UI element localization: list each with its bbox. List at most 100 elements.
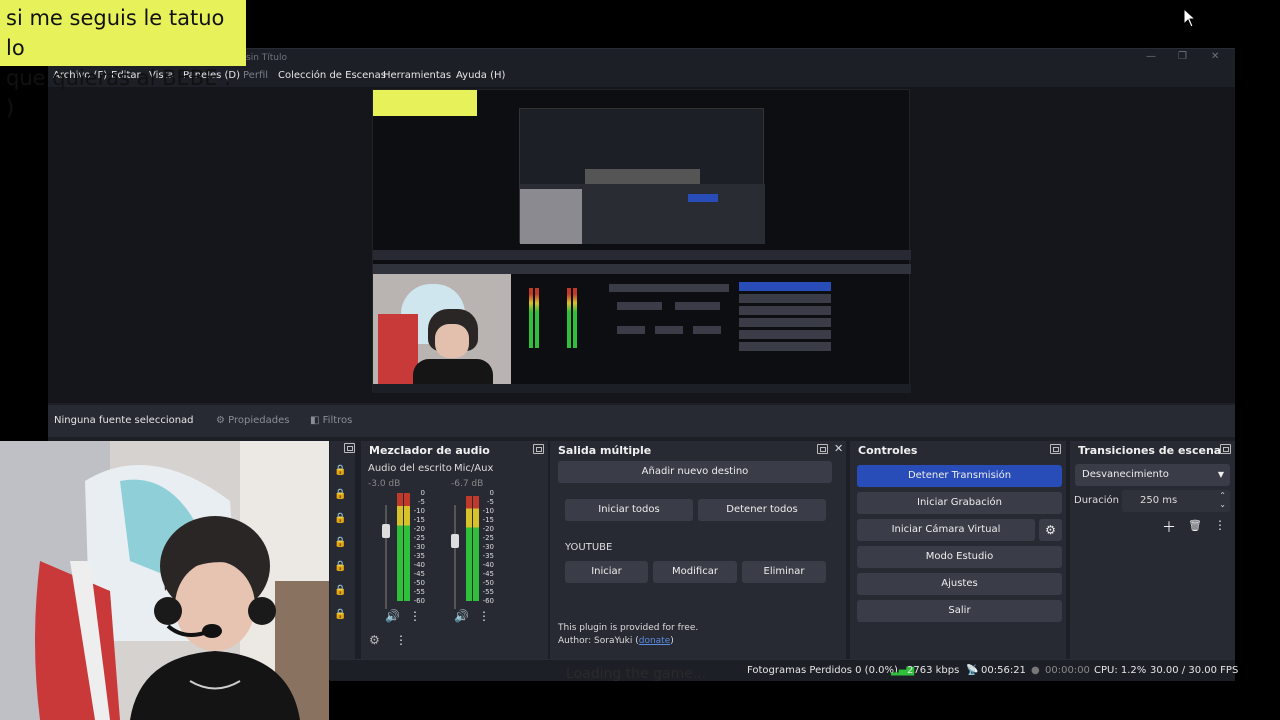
close-window-button[interactable]: ✕	[1211, 51, 1219, 62]
meter-tick-label: 0	[420, 489, 425, 497]
meter-tick-label: -60	[482, 597, 494, 605]
undock-icon[interactable]	[817, 444, 828, 454]
audio-mixer-title: Mezclador de audio	[369, 444, 490, 457]
virtual-camera-button[interactable]: Iniciar Cámara Virtual	[857, 519, 1035, 541]
menu-ayuda[interactable]: Ayuda (H)	[456, 70, 505, 81]
chevron-down-icon: ▼	[1217, 470, 1224, 479]
meter-tick-label: -5	[418, 498, 425, 506]
stream-icon: 📡	[966, 665, 979, 676]
nested-multi-output	[607, 280, 732, 370]
nested-meters	[519, 278, 599, 358]
meter-tick-label: -50	[413, 579, 425, 587]
stop-all-button[interactable]: Detener todos	[698, 499, 826, 521]
settings-button[interactable]: Ajustes	[857, 573, 1062, 595]
more-options-icon[interactable]: ⋮	[1214, 518, 1226, 532]
meter-tick-label: -40	[482, 561, 494, 569]
meter-tick-label: -45	[482, 570, 494, 578]
background-text: Loading the game...	[566, 666, 707, 682]
modify-youtube-button[interactable]: Modificar	[653, 561, 737, 583]
webcam-person-image	[0, 441, 329, 720]
stream-time: 00:56:21	[981, 665, 1026, 676]
properties-label: Propiedades	[228, 415, 290, 426]
menu-herramientas[interactable]: Herramientas	[383, 70, 451, 81]
platform-label: YOUTUBE	[565, 542, 613, 553]
mouse-cursor-icon	[1183, 8, 1197, 28]
add-transition-icon[interactable]: ＋	[1162, 517, 1176, 537]
minimize-button[interactable]: —	[1146, 51, 1156, 62]
filter-icon: ◧	[310, 415, 320, 426]
meter-tick-label: -40	[413, 561, 425, 569]
dropped-frames: Fotogramas Perdidos 0 (0.0%)	[747, 665, 898, 676]
undock-icon[interactable]	[1220, 444, 1231, 454]
close-icon[interactable]: ✕	[834, 442, 843, 455]
transition-selected: Desvanecimiento	[1082, 469, 1169, 480]
virtual-camera-settings-icon[interactable]: ⚙	[1039, 519, 1062, 541]
desktop-meter-right	[404, 491, 410, 601]
speaker-icon[interactable]: 🔊	[385, 609, 400, 623]
lock-icon[interactable]: 🔒	[334, 465, 346, 476]
trash-icon[interactable]: 🗑	[1188, 519, 1202, 532]
undock-icon[interactable]	[533, 444, 544, 454]
more-options-icon[interactable]: ⋮	[409, 609, 421, 623]
meter-tick-label: -50	[482, 579, 494, 587]
lock-icon[interactable]: 🔒	[334, 537, 346, 548]
speaker-icon[interactable]: 🔊	[454, 609, 469, 623]
duration-value: 250 ms	[1140, 495, 1178, 506]
meter-tick-label: -15	[482, 516, 494, 524]
program-preview[interactable]	[48, 87, 1235, 403]
properties-button[interactable]: ⚙ Propiedades	[216, 415, 289, 426]
source-toolbar: Ninguna fuente seleccionad ⚙ Propiedades…	[48, 405, 1235, 437]
duration-spinbox[interactable]: 250 ms ⌃ ⌄	[1122, 490, 1230, 512]
meter-tick-label: -55	[482, 588, 494, 596]
sources-dock-edge: 🔒 🔒 🔒 🔒 🔒 🔒 🔒	[330, 441, 355, 659]
stepper-icon[interactable]: ⌃ ⌄	[1219, 491, 1226, 509]
lock-icon[interactable]: 🔒	[334, 585, 346, 596]
meter-tick-label: -20	[482, 525, 494, 533]
undock-icon[interactable]	[1050, 444, 1061, 454]
lock-icon[interactable]: 🔒	[334, 513, 346, 524]
exit-button[interactable]: Salir	[857, 600, 1062, 622]
donate-link[interactable]: donate	[639, 636, 671, 646]
controls-dock: Controles Detener Transmisión Iniciar Gr…	[850, 441, 1066, 659]
recursive-stream-capture	[372, 89, 911, 393]
nested-preview	[519, 108, 765, 244]
start-youtube-button[interactable]: Iniciar	[565, 561, 648, 583]
meter-tick-label: -15	[413, 516, 425, 524]
studio-mode-button[interactable]: Modo Estudio	[857, 546, 1062, 568]
menu-coleccion-escenas[interactable]: Colección de Escenas	[278, 70, 386, 81]
transition-select[interactable]: Desvanecimiento ▼	[1075, 464, 1230, 486]
mixer-settings-icon[interactable]: ⚙	[369, 633, 380, 647]
gear-icon: ⚙	[216, 415, 225, 426]
banner-line-2: que quieras al BEBE : )	[6, 66, 232, 120]
filters-button[interactable]: ◧ Filtros	[310, 415, 352, 426]
no-source-label: Ninguna fuente seleccionad	[54, 415, 194, 426]
stream-overlay-banner: si me seguis le tatuo lo que quieras al …	[0, 0, 246, 120]
webcam-feed	[0, 441, 329, 720]
duration-label: Duración	[1074, 495, 1120, 506]
add-destination-button[interactable]: Añadir nuevo destino	[558, 461, 832, 483]
status-bar: Fotogramas Perdidos 0 (0.0%) ▂▄▆ 2763 kb…	[330, 659, 1238, 681]
cpu-usage: CPU: 1.2%	[1094, 665, 1147, 676]
lock-icon[interactable]: 🔒	[334, 609, 346, 620]
mixer-menu-icon[interactable]: ⋮	[395, 633, 407, 647]
channel-mic-db: -6.7 dB	[451, 479, 484, 489]
delete-youtube-button[interactable]: Eliminar	[742, 561, 826, 583]
start-all-button[interactable]: Iniciar todos	[565, 499, 693, 521]
desktop-volume-slider[interactable]	[382, 524, 390, 538]
start-recording-button[interactable]: Iniciar Grabación	[857, 492, 1062, 514]
mic-meter-left	[466, 491, 472, 601]
lock-icon[interactable]: 🔒	[334, 489, 346, 500]
meter-tick-label: -5	[487, 498, 494, 506]
maximize-button[interactable]: ❐	[1178, 51, 1187, 62]
nested-controls	[739, 282, 831, 362]
menu-perfil[interactable]: Perfil	[243, 70, 268, 81]
meter-tick-label: -30	[413, 543, 425, 551]
channel-desktop-db: -3.0 dB	[368, 479, 401, 489]
mic-volume-slider[interactable]	[451, 534, 459, 548]
meter-tick-label: -20	[413, 525, 425, 533]
stop-stream-button[interactable]: Detener Transmisión	[857, 465, 1062, 487]
undock-icon[interactable]	[344, 443, 355, 453]
more-options-icon[interactable]: ⋮	[478, 609, 490, 623]
lock-icon[interactable]: 🔒	[334, 561, 346, 572]
meter-tick-label: -60	[413, 597, 425, 605]
